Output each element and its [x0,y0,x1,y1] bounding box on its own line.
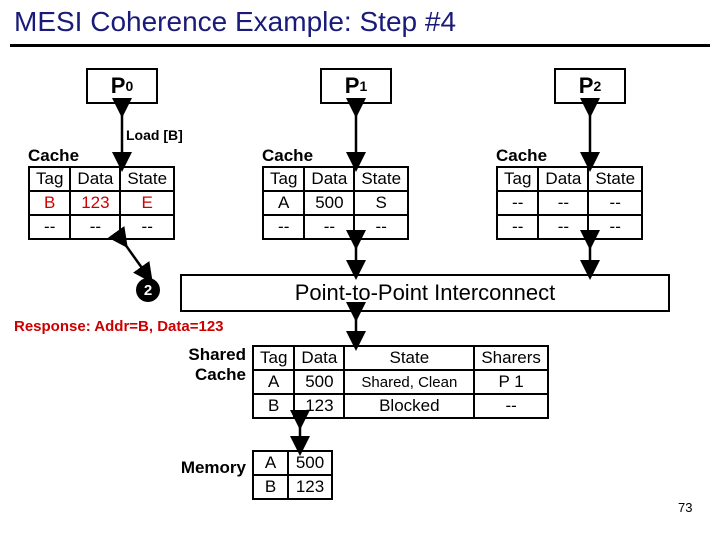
arrow-cache0-interconnect [122,240,147,275]
connector-arrows [0,0,720,540]
